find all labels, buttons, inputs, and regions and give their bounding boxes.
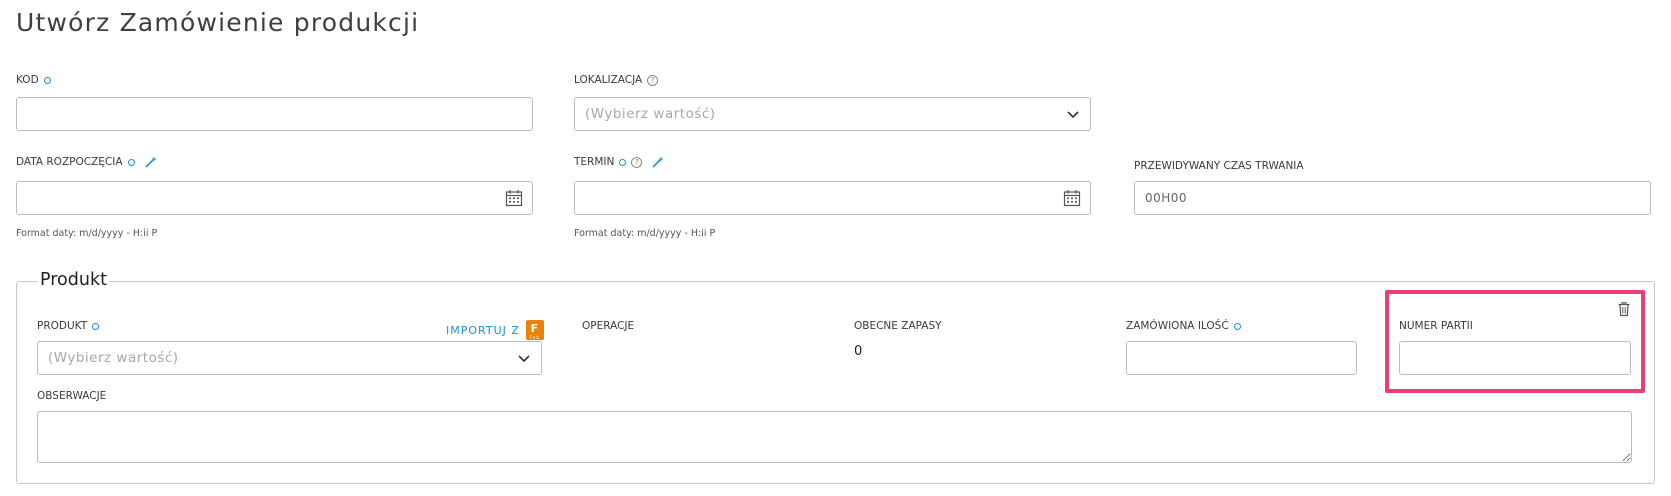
- help-icon[interactable]: ?: [631, 156, 643, 168]
- required-dot-icon: [43, 76, 51, 84]
- fab-app-icon: F Fab: [525, 320, 544, 340]
- termin-label: TERMIN ?: [574, 155, 665, 169]
- numer-partii-label: NUMER PARTII: [1399, 320, 1473, 332]
- termin-input[interactable]: [574, 181, 1091, 215]
- czas-trwania-label-text: PRZEWIDYWANY CZAS TRWANIA: [1134, 160, 1304, 172]
- import-label: IMPORTUJ Z: [446, 323, 520, 337]
- data-rozpoczecia-input[interactable]: [16, 181, 533, 215]
- produkt-label-text: PRODUKT: [37, 320, 88, 332]
- lokalizacja-label-text: LOKALIZACJA: [574, 74, 643, 86]
- czas-trwania-value: 00H00: [1145, 191, 1188, 205]
- calendar-icon[interactable]: [505, 189, 523, 207]
- kod-input[interactable]: [16, 97, 533, 131]
- numer-partii-input[interactable]: [1399, 341, 1631, 375]
- data-rozpoczecia-hint: Format daty: m/d/yyyy - H:ii P: [16, 228, 158, 239]
- magic-wand-icon[interactable]: [651, 155, 665, 169]
- termin-label-text: TERMIN: [574, 156, 615, 168]
- produkt-placeholder: (Wybierz wartość): [48, 350, 179, 366]
- zamowiona-ilosc-label-text: ZAMÓWIONA ILOŚĆ: [1126, 320, 1229, 332]
- obserwacje-textarea[interactable]: [37, 411, 1632, 463]
- czas-trwania-label: PRZEWIDYWANY CZAS TRWANIA: [1134, 160, 1304, 172]
- produkt-legend: Produkt: [38, 270, 109, 290]
- required-dot-icon: [127, 158, 135, 166]
- czas-trwania-input[interactable]: 00H00: [1134, 181, 1651, 215]
- lokalizacja-label: LOKALIZACJA ?: [574, 74, 659, 86]
- fab-badge-sub: Fab: [529, 335, 540, 340]
- chevron-down-icon: [518, 355, 530, 363]
- obserwacje-label: OBSERWACJE: [37, 390, 107, 402]
- lokalizacja-select[interactable]: (Wybierz wartość): [574, 97, 1091, 131]
- operacje-label: OPERACJE: [582, 320, 635, 332]
- page-title: Utwórz Zamówienie produkcji: [16, 8, 420, 37]
- lokalizacja-placeholder: (Wybierz wartość): [585, 106, 716, 122]
- required-dot-icon: [619, 158, 627, 166]
- produkt-label: PRODUKT: [37, 320, 100, 332]
- import-from-button[interactable]: IMPORTUJ Z F Fab: [446, 320, 544, 340]
- data-rozpoczecia-label: DATA ROZPOCZĘCIA: [16, 155, 158, 169]
- obecne-zapasy-value: 0: [854, 344, 863, 359]
- data-rozpoczecia-label-text: DATA ROZPOCZĘCIA: [16, 156, 123, 168]
- trash-icon[interactable]: [1617, 301, 1631, 317]
- zamowiona-ilosc-input[interactable]: [1126, 341, 1357, 375]
- magic-wand-icon[interactable]: [144, 155, 158, 169]
- kod-label-text: KOD: [16, 74, 39, 86]
- calendar-icon[interactable]: [1063, 189, 1081, 207]
- chevron-down-icon: [1067, 111, 1079, 119]
- zamowiona-ilosc-label: ZAMÓWIONA ILOŚĆ: [1126, 320, 1241, 332]
- required-dot-icon: [92, 322, 100, 330]
- kod-label: KOD: [16, 74, 51, 86]
- termin-hint: Format daty: m/d/yyyy - H:ii P: [574, 228, 716, 239]
- help-icon[interactable]: ?: [647, 74, 659, 86]
- produkt-select[interactable]: (Wybierz wartość): [37, 341, 542, 375]
- fab-badge-letter: F: [530, 322, 540, 335]
- required-dot-icon: [1233, 322, 1241, 330]
- obecne-zapasy-label: OBECNE ZAPASY: [854, 320, 942, 332]
